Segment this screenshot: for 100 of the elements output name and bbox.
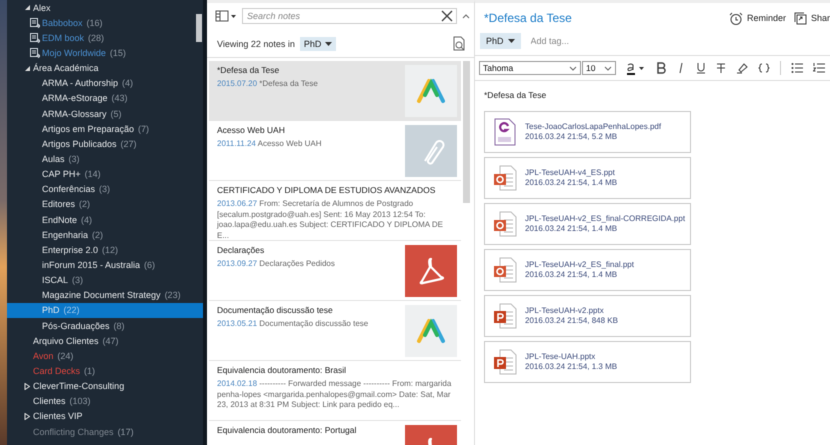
- notebook-item[interactable]: ISCAL (3): [7, 272, 203, 288]
- caret-icon[interactable]: [462, 13, 470, 19]
- notebook-item[interactable]: Mojo Worldwide (15): [7, 45, 203, 61]
- underline-icon[interactable]: [696, 62, 706, 74]
- file-name: Tese-JoaoCarlosLapaPenhaLopes.pdf: [525, 122, 662, 132]
- attachment-card[interactable]: JPL-TeseUAH-v2_ES_final.ppt 2016.03.24 21:54, 1.4 MB: [484, 249, 691, 291]
- pdf-file-icon: [494, 118, 516, 146]
- note-title: CERTIFICADO Y DIPLOMA DE ESTUDIOS AVANZADOS: [217, 185, 436, 195]
- note-title[interactable]: *Defesa da Tese: [484, 11, 572, 25]
- highlighter-icon[interactable]: [736, 62, 748, 74]
- attachment-card[interactable]: JPL-TeseUAH-v2_ES_final-CORREGIDA.ppt 2016.03.24 21:54, 1.4 MB: [484, 203, 691, 245]
- notebook-item[interactable]: Clientes (103): [7, 394, 203, 409]
- notebook-item[interactable]: EDM book (28): [7, 30, 203, 46]
- notebook-item[interactable]: Área Académica: [7, 60, 203, 76]
- note-title: Equivalencia doutoramento: Brasil: [217, 365, 347, 375]
- bold-icon[interactable]: [656, 62, 666, 74]
- notebook-item[interactable]: Conferências (3): [7, 182, 203, 197]
- linked-notebook-icon: [30, 32, 40, 43]
- notebook-item[interactable]: Artigos em Preparação (7): [7, 121, 203, 136]
- file-name: JPL-TeseUAH-v2.pptx: [525, 306, 605, 316]
- note-title: Equivalencia doutoramento: Portugal: [217, 425, 358, 435]
- font-dropdown[interactable]: Tahoma: [479, 61, 581, 75]
- note-snippet: 2015.07.20 *Defesa da Tese: [217, 79, 319, 90]
- collapsed-triangle-icon[interactable]: [24, 382, 30, 390]
- search-field[interactable]: Search notes: [242, 8, 457, 24]
- notebook-item[interactable]: Artigos Publicados (27): [7, 136, 203, 152]
- file-details: 2016.03.24 21:54, 1.4 MB: [525, 178, 618, 188]
- notebook-item[interactable]: Avon (24): [7, 348, 203, 364]
- notebook-item[interactable]: PhD (22): [7, 302, 203, 318]
- presentation-file-icon: [493, 211, 517, 237]
- attachment-card[interactable]: Tese-JoaoCarlosLapaPenhaLopes.pdf 2016.03.24 21:54, 5.2 MB: [484, 111, 691, 153]
- file-details: 2016.03.24 21:54, 1.4 MB: [525, 224, 618, 234]
- notebook-item[interactable]: ARMA - Authorship (4): [7, 76, 203, 91]
- notebook-item[interactable]: CleverTime-Consulting: [7, 378, 203, 394]
- font-size-dropdown[interactable]: 10: [582, 61, 616, 75]
- notebook-item[interactable]: EndNote (4): [7, 212, 203, 228]
- file-details: 2016.03.24 21:54, 1.3 MB: [525, 362, 618, 372]
- app-logo-thumbnail: [405, 65, 457, 117]
- alarm-clock-icon: [728, 12, 743, 24]
- close-icon[interactable]: [441, 10, 453, 22]
- notebook-item[interactable]: Magazine Document Strategy (23): [7, 288, 203, 303]
- paperclip-thumbnail: [405, 125, 457, 177]
- file-name: JPL-TeseUAH-v2_ES_final.ppt: [525, 260, 634, 270]
- note-card[interactable]: Acesso Web UAH 2011.11.24 Acesso Web UAH: [209, 121, 461, 181]
- note-title: Documentação discussão tese: [217, 305, 334, 315]
- notebook-item[interactable]: Conflicting Changes (17): [7, 424, 203, 440]
- share-icon: [794, 12, 807, 24]
- notebook-item[interactable]: Editores (2): [7, 196, 203, 212]
- pdf-thumbnail: [405, 245, 457, 297]
- share-button[interactable]: Shar: [794, 12, 830, 24]
- attachment-card[interactable]: JPL-TeseUAH-v4_ES.ppt 2016.03.24 21:54, 1.4 MB: [484, 157, 691, 199]
- notebook-item[interactable]: Pós-Graduações (8): [7, 318, 203, 334]
- reminder-button[interactable]: Reminder: [728, 12, 786, 24]
- linked-notebook-icon: [30, 18, 40, 28]
- notebook-item[interactable]: Engenharia (2): [7, 227, 203, 242]
- notebook-item[interactable]: Enterprise 2.0 (12): [7, 242, 203, 258]
- notebook-item[interactable]: Clientes VIP: [7, 408, 203, 424]
- note-snippet: 2014.02.18 ---------- Forwarded message ---------- From: margarida penha-lopes <margarida.penhalopes@gmail.com> Date: Sat, Mar 23, 2013 at 8:31 PM Subject: Link para pedido eq...: [217, 379, 452, 410]
- layout-icon[interactable]: [215, 10, 237, 22]
- note-card[interactable]: Documentação discussão tese 2013.05.21 Documentação discussão tese: [209, 301, 461, 361]
- note-card[interactable]: Equivalencia doutoramento: Portugal: [209, 421, 461, 445]
- note-snippet: 2013.05.21 Documentação discussão tese: [217, 319, 370, 330]
- bullet-list-icon[interactable]: [791, 62, 803, 74]
- notebook-item[interactable]: ARMA-eStorage (43): [7, 90, 203, 106]
- note-card[interactable]: *Defesa da Tese 2015.07.20 *Defesa da Tese: [209, 61, 461, 121]
- notebook-item[interactable]: Card Decks (1): [7, 363, 203, 379]
- expanded-triangle-icon[interactable]: [24, 64, 30, 72]
- numbered-list-icon[interactable]: [813, 62, 825, 74]
- attachment-card[interactable]: JPL-TeseUAH-v2.pptx 2016.03.24 21:54, 848 KB: [484, 295, 691, 337]
- caret-icon: [604, 66, 612, 70]
- note-title: Acesso Web UAH: [217, 125, 286, 135]
- tag-chip[interactable]: PhD: [480, 33, 521, 49]
- linked-notebook-icon: [30, 48, 40, 58]
- attachment-card[interactable]: JPL-Tese-UAH.pptx 2016.03.24 21:54, 1.3 MB: [484, 341, 691, 383]
- caret-icon: [569, 66, 577, 70]
- note-body-text: *Defesa da Tese: [484, 90, 548, 100]
- expanded-triangle-icon[interactable]: [24, 4, 30, 12]
- notebook-item[interactable]: Babbobox (16): [7, 15, 203, 30]
- scrollbar-thumb[interactable]: [196, 14, 202, 42]
- search-icon[interactable]: [452, 36, 466, 52]
- note-title: *Defesa da Tese: [217, 65, 280, 75]
- notebook-dropdown[interactable]: PhD: [300, 37, 336, 51]
- collapsed-triangle-icon[interactable]: [24, 412, 30, 420]
- note-card[interactable]: Declarações 2013.09.27 Declarações Pedidos: [209, 241, 461, 301]
- app-logo-thumbnail: [405, 305, 457, 357]
- notebook-item[interactable]: inForum 2015 - Australia (6): [7, 257, 203, 273]
- code-icon[interactable]: [758, 62, 770, 74]
- strikethrough-icon[interactable]: [716, 62, 726, 74]
- caret-icon: [508, 39, 515, 43]
- note-snippet: 2013.06.27 From: Secretaría de Alumnos de Postgrado [secalum.postgrado@uah.es] Sent: 16 May 2013 12:54 To: joao.lapa@edu.uah.es Subject: CERTIFICADO Y DIPLOMA DE E...: [217, 199, 444, 240]
- notebook-item[interactable]: Alex: [7, 0, 203, 16]
- presentation-file-icon: [493, 165, 517, 191]
- notebook-item[interactable]: Aulas (3): [7, 151, 203, 167]
- note-count-text: Viewing 22 notes in: [217, 39, 295, 49]
- notebook-item[interactable]: CAP PH+ (14): [7, 166, 203, 182]
- scrollbar-thumb[interactable]: [463, 61, 470, 203]
- notebook-item[interactable]: ARMA-Glossary (5): [7, 106, 203, 122]
- text-color-icon[interactable]: [626, 61, 646, 75]
- notebook-item[interactable]: Arquivo Clientes (47): [7, 333, 203, 348]
- note-snippet: 2011.11.24 Acesso Web UAH: [217, 139, 323, 150]
